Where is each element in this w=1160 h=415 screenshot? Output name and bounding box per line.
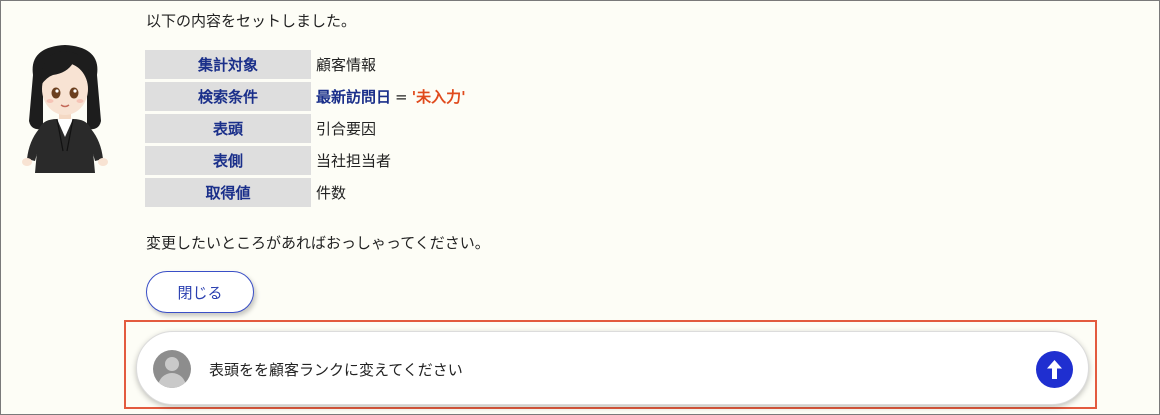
row-label-condition: 検索条件 [145, 82, 311, 111]
row-value-column-header: 引合要因 [316, 120, 377, 138]
row-label-column-header: 表頭 [145, 114, 311, 143]
assistant-intro-message: 以下の内容をセットしました。 [146, 12, 357, 30]
chat-panel: 以下の内容をセットしました。 集計対象 顧客情報 検索条件 最新訪問日 = '未入力… [0, 0, 1160, 415]
table-row: 集計対象 顧客情報 [145, 50, 466, 79]
row-label-aggregate-value: 取得値 [145, 178, 311, 207]
chat-input-field[interactable] [209, 354, 1009, 384]
row-label-row-header: 表側 [145, 146, 311, 175]
send-button[interactable] [1036, 351, 1073, 388]
user-avatar-icon [153, 350, 191, 388]
table-row: 取得値 件数 [145, 178, 466, 207]
row-value-condition: 最新訪問日 = '未入力' [311, 82, 466, 111]
table-row: 表頭 引合要因 [145, 114, 466, 143]
assistant-followup-message: 変更したいところがあればおっしゃってください。 [146, 234, 490, 252]
row-label-target: 集計対象 [145, 50, 311, 79]
condition-value: '未入力' [411, 88, 466, 106]
chat-input-bar [136, 331, 1089, 405]
condition-field: 最新訪問日 [316, 88, 392, 106]
row-value-aggregate-value: 件数 [316, 184, 347, 202]
settings-table: 集計対象 顧客情報 検索条件 最新訪問日 = '未入力' 表頭 引合要因 表側 当社… [145, 47, 466, 210]
row-value-target: 顧客情報 [316, 56, 377, 74]
table-row: 表側 当社担当者 [145, 146, 466, 175]
close-button[interactable]: 閉じる [146, 271, 254, 313]
row-value-row-header: 当社担当者 [316, 152, 392, 170]
table-row: 検索条件 最新訪問日 = '未入力' [145, 82, 466, 111]
condition-operator: = [395, 88, 408, 106]
arrow-up-icon [1047, 360, 1062, 379]
business-woman-avatar-icon [22, 45, 108, 173]
